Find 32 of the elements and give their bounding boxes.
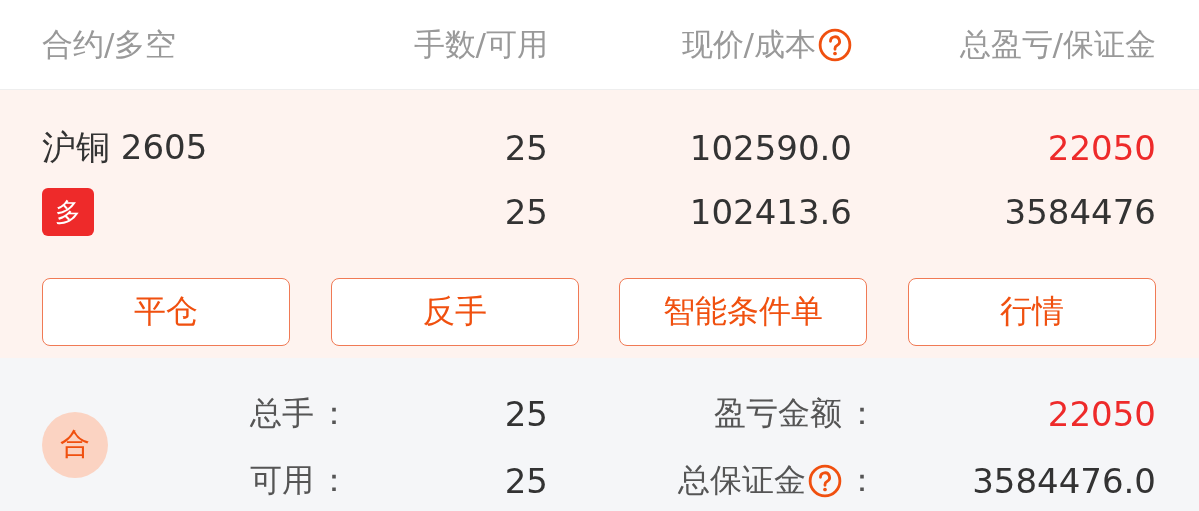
colon: ： [318, 459, 350, 501]
column-heading: 合约/多空 [42, 24, 177, 64]
margin-value: 3584476 [1003, 191, 1156, 234]
summary-label: 盈亏金额 [714, 392, 842, 434]
colon: ： [846, 459, 878, 501]
action-button[interactable]: 反手 [330, 278, 579, 346]
summary-badge: 合 [42, 411, 108, 478]
summary-value: 22050 [1047, 393, 1156, 434]
cost-value: 102413.6 [688, 191, 852, 234]
lots-value: 25 [503, 127, 548, 170]
action-button[interactable]: 智能条件单 [619, 278, 868, 346]
action-button[interactable]: 行情 [907, 278, 1156, 346]
summary-label: 总保证金 [678, 459, 806, 501]
summary-label: 总手 [250, 392, 314, 434]
column-heading: 总盈亏/保证金 [959, 24, 1156, 64]
position-card[interactable]: 沪铜 2605 25 102590.0 22050 多 25 102413.6 3584476 平仓 反手 智能条件单 行情 [0, 90, 1199, 358]
price-value: 102590.0 [688, 127, 852, 170]
side-badge: 多 [42, 188, 94, 236]
summary-value: 25 [504, 393, 548, 434]
help-icon[interactable] [808, 463, 842, 498]
summary-value: 3584476.0 [972, 460, 1156, 501]
help-icon[interactable] [818, 27, 852, 62]
contract-name: 沪铜 2605 [42, 126, 209, 169]
pnl-value: 22050 [1046, 127, 1156, 170]
colon: ： [318, 392, 350, 434]
summary-label: 可用 [250, 459, 314, 501]
action-button[interactable]: 平仓 [42, 278, 290, 346]
colon: ： [846, 392, 878, 434]
available-value: 25 [503, 191, 548, 234]
column-heading: 手数/可用 [413, 24, 548, 64]
column-heading: 现价/成本 [681, 24, 816, 64]
summary-value: 25 [504, 460, 548, 501]
